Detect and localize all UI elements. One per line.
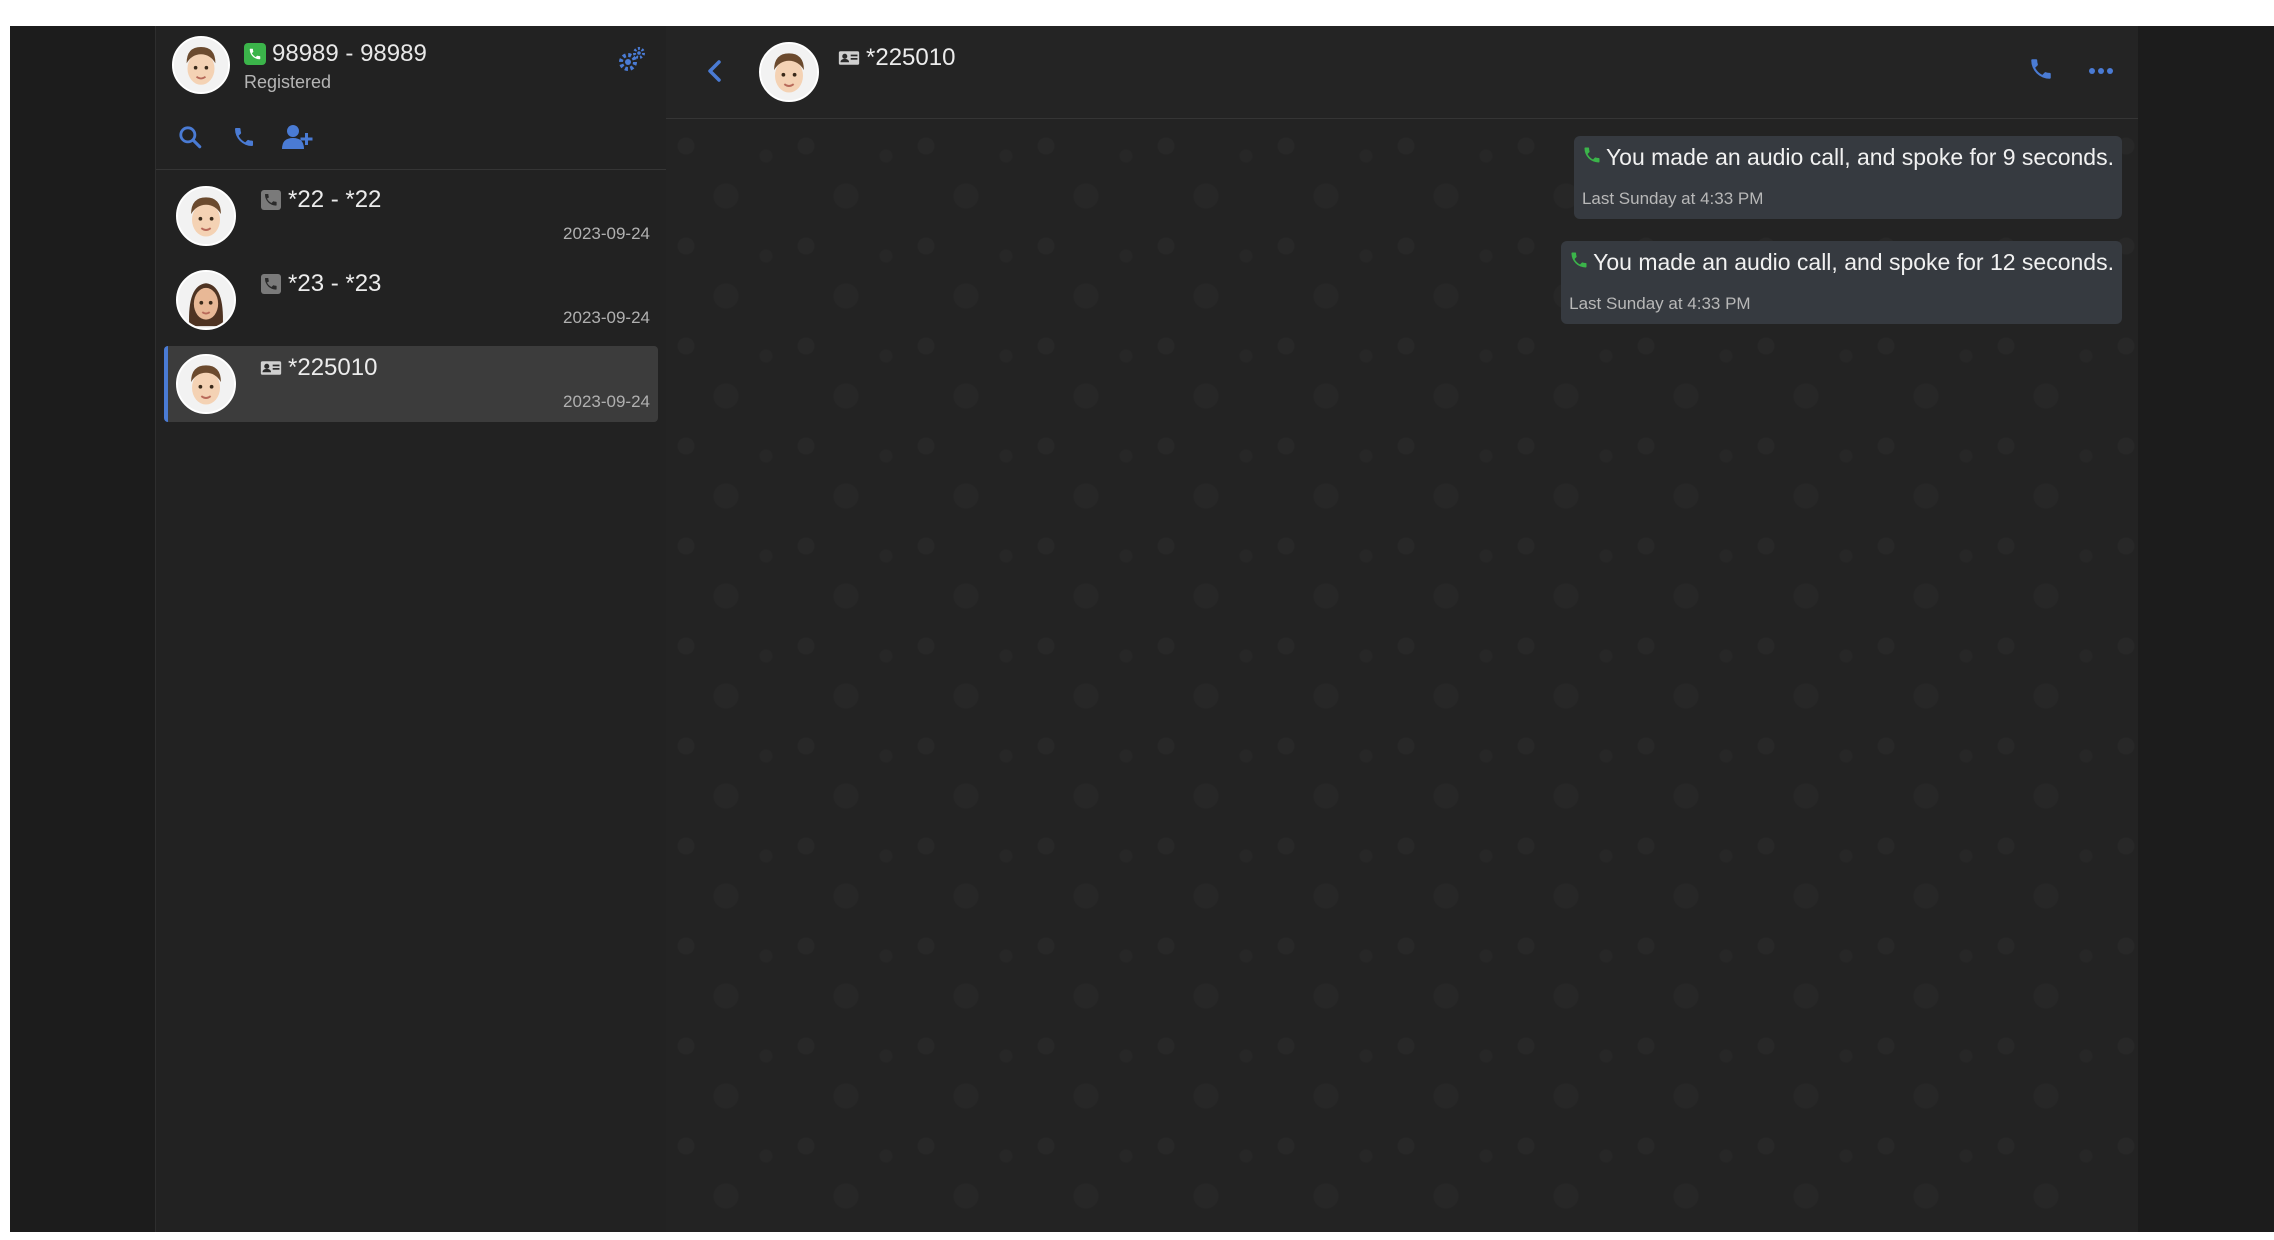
chat-title-text: *225010 <box>866 44 956 71</box>
phone-icon <box>260 189 282 211</box>
conversation-item-active[interactable]: *225010 2023-09-24 <box>164 346 658 422</box>
conversation-title: *22 - *22 <box>260 186 381 214</box>
app-window: 98989 - 98989 Registered *22 - *22 2023-… <box>10 26 2274 1232</box>
chat-panel: *225010 You made an audio call, and spok… <box>666 26 2138 1232</box>
contact-avatar <box>176 270 236 330</box>
contact-card-icon <box>260 357 282 379</box>
message-body: You made an audio call, and spoke for 9 … <box>1605 144 2114 170</box>
back-arrow-icon[interactable] <box>700 56 730 86</box>
conversation-item[interactable]: *22 - *22 2023-09-24 <box>164 178 658 254</box>
conversation-list: *22 - *22 2023-09-24 *23 - *23 2023-09-2… <box>156 178 666 422</box>
chat-header: *225010 <box>666 26 2138 119</box>
contact-avatar <box>176 186 236 246</box>
add-contact-icon[interactable] <box>282 121 314 153</box>
phone-icon <box>260 273 282 295</box>
search-icon[interactable] <box>174 121 206 153</box>
call-phone-icon[interactable] <box>2028 56 2058 86</box>
conversation-title: *23 - *23 <box>260 270 381 298</box>
chat-title: *225010 <box>838 44 955 72</box>
contact-avatar <box>176 354 236 414</box>
conversation-date: 2023-09-24 <box>563 308 650 327</box>
green-phone-icon <box>1582 144 1602 171</box>
message-timestamp: Last Sunday at 4:33 PM <box>1569 294 1751 313</box>
message-text: You made an audio call, and spoke for 9 … <box>1582 144 2114 171</box>
conversation-date: 2023-09-24 <box>563 224 650 243</box>
phone-icon[interactable] <box>228 121 260 153</box>
message-timestamp: Last Sunday at 4:33 PM <box>1581 189 1764 208</box>
left-gutter <box>10 26 155 1232</box>
chat-contact-avatar[interactable] <box>759 42 819 102</box>
message-body: You made an audio call, and spoke for 12… <box>1593 249 2114 275</box>
call-log-message: You made an audio call, and spoke for 9 … <box>1573 136 2122 219</box>
green-phone-icon <box>244 43 266 65</box>
more-options-icon[interactable] <box>2086 56 2116 86</box>
call-log-message: You made an audio call, and spoke for 12… <box>1561 241 2122 324</box>
account-name-text: 98989 - 98989 <box>272 40 427 67</box>
message-text: You made an audio call, and spoke for 12… <box>1569 249 2114 276</box>
conversation-title-text: *225010 <box>288 354 378 381</box>
conversation-title-text: *23 - *23 <box>288 270 382 297</box>
contact-card-icon <box>838 47 860 69</box>
conversation-date: 2023-09-24 <box>563 392 650 411</box>
my-avatar[interactable] <box>172 36 230 94</box>
sidebar: 98989 - 98989 Registered *22 - *22 2023-… <box>155 26 667 1232</box>
account-status: Registered <box>244 72 332 92</box>
conversation-title-text: *22 - *22 <box>288 186 382 213</box>
conversation-title: *225010 <box>260 354 377 382</box>
conversation-item[interactable]: *23 - *23 2023-09-24 <box>164 262 658 338</box>
sidebar-toolbar <box>174 121 314 153</box>
green-phone-icon <box>1569 249 1589 276</box>
account-name: 98989 - 98989 <box>244 40 427 68</box>
settings-gears-icon[interactable] <box>616 44 648 76</box>
sidebar-header: 98989 - 98989 Registered <box>156 26 666 170</box>
right-gutter <box>2138 26 2274 1232</box>
